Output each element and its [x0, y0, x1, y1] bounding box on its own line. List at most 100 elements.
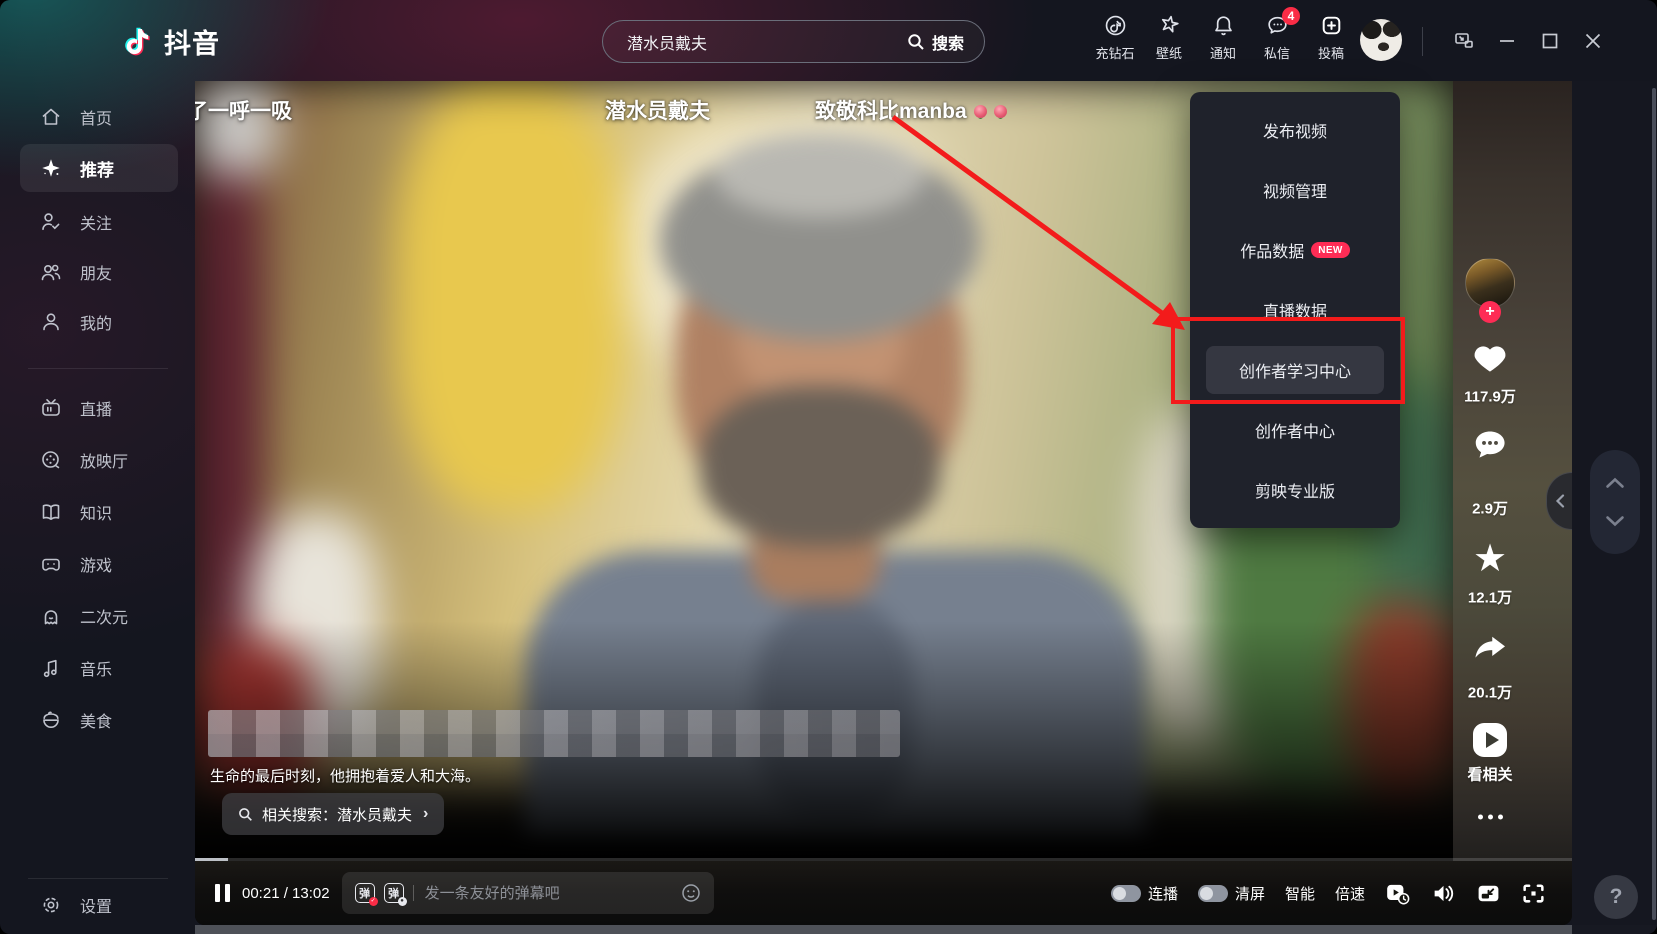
watch-related-button[interactable]	[1453, 723, 1527, 757]
app-logo[interactable]: 抖音	[120, 22, 220, 61]
window-controls	[1452, 29, 1605, 53]
sidebar: 首页 推荐 关注 朋友 我的	[0, 81, 195, 934]
wallpaper-button[interactable]: 壁纸	[1142, 13, 1196, 62]
sidebar-item-live[interactable]: 直播	[0, 382, 195, 434]
music-note-icon	[40, 657, 62, 679]
close-button[interactable]	[1581, 29, 1605, 53]
comment-count: 2.9万	[1453, 498, 1527, 519]
danmaku-settings-icon[interactable]: 弹●	[384, 883, 404, 903]
next-video-button[interactable]	[1605, 515, 1625, 527]
toggle-off-icon	[1198, 885, 1228, 902]
favorite-button[interactable]: ★	[1453, 542, 1527, 576]
minimize-button[interactable]	[1495, 29, 1519, 53]
danmaku-toggle-icon[interactable]: 弹✓	[355, 883, 375, 903]
sidebar-item-mine[interactable]: 我的	[0, 298, 195, 346]
danmaku-input-box[interactable]: 弹✓ 弹●	[342, 872, 714, 914]
watch-later-button[interactable]	[1385, 881, 1411, 905]
menu-item-creator-center[interactable]: 创作者中心	[1206, 400, 1384, 460]
share-button[interactable]	[1453, 633, 1527, 670]
scrollbar[interactable]	[1652, 88, 1656, 920]
sidebar-item-label: 首页	[80, 105, 112, 129]
app-logo-text: 抖音	[164, 22, 220, 61]
topbar: 抖音 搜索 充钻石 壁纸	[0, 0, 1657, 81]
sidebar-item-anime[interactable]: 二次元	[0, 590, 195, 642]
emoji-icon[interactable]	[681, 883, 701, 903]
chevron-down-icon	[1605, 515, 1625, 527]
fullscreen-button[interactable]	[1521, 882, 1546, 905]
sidebar-divider	[28, 368, 168, 369]
chevron-right-icon: ›	[423, 805, 428, 823]
sidebar-item-game[interactable]: 游戏	[0, 538, 195, 590]
follow-button[interactable]: +	[1453, 301, 1527, 323]
sidebar-item-friends[interactable]: 朋友	[0, 248, 195, 296]
sidebar-item-label: 美食	[80, 708, 112, 732]
sidebar-item-recommend[interactable]: 推荐	[20, 144, 178, 192]
like-count: 117.9万	[1453, 386, 1527, 407]
menu-item-video-management[interactable]: 视频管理	[1206, 160, 1384, 220]
comment-button[interactable]	[1453, 428, 1527, 467]
messages-button[interactable]: 私信 4	[1250, 13, 1304, 62]
sidebar-item-home[interactable]: 首页	[0, 93, 195, 141]
more-button[interactable]	[1453, 815, 1527, 820]
friends-icon	[40, 261, 62, 283]
gamepad-icon	[40, 553, 62, 575]
question-mark-icon: ?	[1610, 885, 1623, 909]
video-description: 生命的最后时刻，他拥抱着爱人和大海。	[210, 765, 480, 786]
menu-item-live-data[interactable]: 直播数据	[1206, 280, 1384, 340]
messages-unread-badge: 4	[1282, 7, 1300, 25]
food-bowl-icon	[40, 709, 62, 731]
danmaku-input[interactable]	[423, 884, 672, 903]
sidebar-item-label: 知识	[80, 500, 112, 524]
mini-mode-button[interactable]	[1452, 29, 1476, 53]
menu-item-content-data[interactable]: 作品数据 NEW	[1206, 220, 1384, 280]
menu-item-jianying-pro[interactable]: 剪映专业版	[1206, 460, 1384, 520]
recharge-button[interactable]: 充钻石	[1088, 13, 1142, 62]
chevron-up-icon	[1605, 477, 1625, 489]
person-icon	[40, 311, 62, 333]
search-input[interactable]	[603, 33, 899, 51]
sidebar-item-follow[interactable]: 关注	[0, 198, 195, 246]
previous-video-button[interactable]	[1605, 477, 1625, 489]
diamond-recharge-icon	[1103, 13, 1128, 38]
sparkle-icon	[40, 156, 62, 180]
playback-speed-button[interactable]: 倍速	[1335, 883, 1365, 904]
sidebar-item-label: 朋友	[80, 260, 112, 284]
notifications-label: 通知	[1210, 43, 1236, 62]
maximize-button[interactable]	[1538, 29, 1562, 53]
notifications-button[interactable]: 通知	[1196, 13, 1250, 62]
danmaku-comment: 了一呼一吸	[195, 95, 292, 125]
like-button[interactable]	[1453, 341, 1527, 380]
autoplay-toggle[interactable]: 连播	[1111, 883, 1178, 904]
favorite-count: 12.1万	[1453, 587, 1527, 608]
upload-button[interactable]: 投稿	[1304, 13, 1358, 62]
smart-quality-button[interactable]: 智能	[1285, 883, 1315, 904]
player-control-bar: 00:21 / 13:02 弹✓ 弹● 连播 清屏 智能	[195, 861, 1572, 925]
heart-icon	[1472, 341, 1508, 375]
sidebar-item-music[interactable]: 音乐	[0, 642, 195, 694]
toggle-off-icon	[1111, 885, 1141, 902]
topbar-actions: 充钻石 壁纸 通知 私信 4	[1088, 13, 1358, 62]
help-button[interactable]: ?	[1594, 875, 1638, 919]
share-arrow-icon	[1472, 633, 1508, 665]
sidebar-item-knowledge[interactable]: 知识	[0, 486, 195, 538]
sidebar-item-cinema[interactable]: 放映厅	[0, 434, 195, 486]
video-navigation	[1590, 450, 1640, 554]
autoplay-label: 连播	[1148, 883, 1178, 904]
pause-button[interactable]	[215, 884, 230, 902]
sidebar-item-label: 二次元	[80, 604, 128, 628]
search-button[interactable]: 搜索	[899, 30, 984, 54]
film-reel-icon	[40, 449, 62, 471]
sidebar-item-settings[interactable]: 设置	[0, 881, 195, 929]
related-search-pill[interactable]: 相关搜索：潜水员戴夫 ›	[222, 793, 444, 835]
clear-screen-toggle[interactable]: 清屏	[1198, 883, 1265, 904]
ellipsis-icon	[1453, 815, 1527, 820]
volume-button[interactable]	[1431, 882, 1456, 905]
sidebar-item-food[interactable]: 美食	[0, 694, 195, 746]
menu-item-creator-learning-center[interactable]: 创作者学习中心	[1206, 346, 1384, 394]
search-bar[interactable]: 搜索	[602, 20, 985, 63]
menu-item-publish-video[interactable]: 发布视频	[1206, 100, 1384, 160]
messages-label: 私信	[1264, 43, 1290, 62]
picture-in-picture-button[interactable]	[1476, 882, 1501, 905]
sidebar-item-label: 直播	[80, 396, 112, 420]
user-avatar[interactable]	[1360, 19, 1402, 61]
